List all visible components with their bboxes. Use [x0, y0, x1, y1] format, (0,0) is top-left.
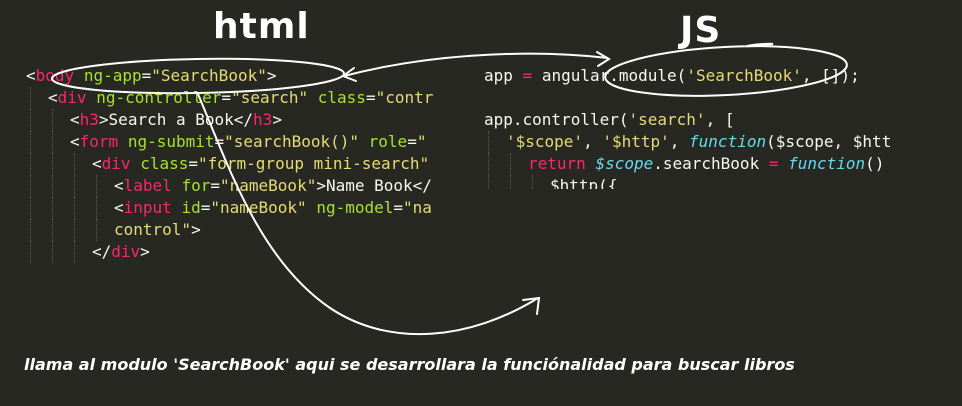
html-searchbook-circle: [51, 57, 345, 95]
connector-curve: [343, 52, 609, 77]
annotation-layer: [51, 42, 848, 336]
caption-text: llama al modulo 'SearchBook' aqui se des…: [24, 355, 795, 374]
sweep-arrow-curve: [197, 93, 539, 336]
js-searchbook-circle: [604, 45, 848, 97]
connector-arrowhead-right: [596, 51, 611, 67]
